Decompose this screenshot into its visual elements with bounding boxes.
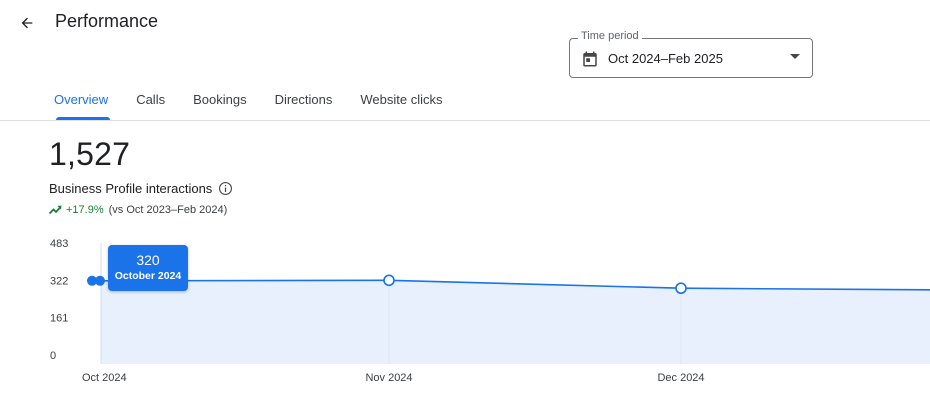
chart-tooltip: 320 October 2024 xyxy=(108,245,188,291)
tab-bookings[interactable]: Bookings xyxy=(179,84,260,120)
x-tick-label: Nov 2024 xyxy=(365,372,412,384)
x-tick-label: Dec 2024 xyxy=(657,372,704,384)
tab-overview[interactable]: Overview xyxy=(40,84,122,120)
x-tick-label: Oct 2024 xyxy=(82,372,127,384)
total-interactions: 1,527 xyxy=(49,136,131,172)
tab-bar: Overview Calls Bookings Directions Websi… xyxy=(40,84,457,120)
y-tick-label: 483 xyxy=(50,238,68,250)
chart-point xyxy=(675,282,687,295)
y-tick-label: 0 xyxy=(50,350,56,362)
time-period-value: Oct 2024–Feb 2025 xyxy=(608,51,723,66)
info-icon[interactable] xyxy=(218,181,233,196)
chart-area-fill xyxy=(101,280,930,364)
tooltip-label: October 2024 xyxy=(114,270,182,282)
metric-label: Business Profile interactions xyxy=(49,181,213,196)
chart-selected-marker xyxy=(95,275,105,286)
tabs-divider xyxy=(0,120,930,121)
tab-website-clicks[interactable]: Website clicks xyxy=(346,84,456,120)
calendar-icon xyxy=(583,51,597,67)
arrow-back-icon xyxy=(21,17,33,29)
y-tick-label: 161 xyxy=(50,313,68,325)
y-tick-label: 322 xyxy=(50,275,68,287)
tab-directions[interactable]: Directions xyxy=(261,84,347,120)
back-button[interactable] xyxy=(14,10,40,36)
trend-row: +17.9% (vs Oct 2023–Feb 2024) xyxy=(49,204,227,216)
trending-up-icon xyxy=(49,205,62,215)
dropdown-caret-icon xyxy=(790,54,800,59)
tooltip-value: 320 xyxy=(136,252,160,268)
time-period-select[interactable]: Time period Oct 2024–Feb 2025 xyxy=(569,30,813,78)
time-period-label: Time period xyxy=(578,30,642,42)
chart-point xyxy=(383,274,395,287)
page-title: Performance xyxy=(55,11,159,31)
trend-comparison: (vs Oct 2023–Feb 2024) xyxy=(108,204,228,216)
tab-calls[interactable]: Calls xyxy=(122,84,179,120)
trend-percentage: +17.9% xyxy=(66,204,104,216)
